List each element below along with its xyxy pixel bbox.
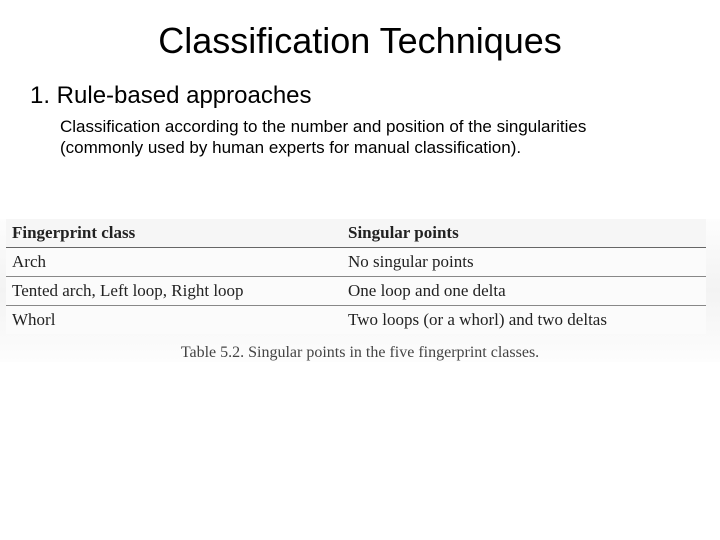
table-cell: Arch bbox=[6, 247, 342, 276]
body-paragraph: Classification according to the number a… bbox=[0, 116, 720, 159]
table-cell: One loop and one delta bbox=[342, 276, 706, 305]
slide: Classification Techniques 1. Rule-based … bbox=[0, 0, 720, 540]
table-row: Arch No singular points bbox=[6, 247, 706, 276]
page-title: Classification Techniques bbox=[0, 0, 720, 82]
table-cell: Tented arch, Left loop, Right loop bbox=[6, 276, 342, 305]
table-caption: Table 5.2. Singular points in the five f… bbox=[0, 334, 720, 362]
table-cell: No singular points bbox=[342, 247, 706, 276]
table-container: Fingerprint class Singular points Arch N… bbox=[0, 219, 720, 362]
table-cell: Two loops (or a whorl) and two deltas bbox=[342, 305, 706, 334]
section-heading: 1. Rule-based approaches bbox=[0, 82, 720, 116]
table-header-row: Fingerprint class Singular points bbox=[6, 219, 706, 248]
table-row: Whorl Two loops (or a whorl) and two del… bbox=[6, 305, 706, 334]
table-row: Tented arch, Left loop, Right loop One l… bbox=[6, 276, 706, 305]
fingerprint-table: Fingerprint class Singular points Arch N… bbox=[6, 219, 706, 334]
table-cell: Whorl bbox=[6, 305, 342, 334]
table-header-points: Singular points bbox=[342, 219, 706, 248]
table-header-class: Fingerprint class bbox=[6, 219, 342, 248]
